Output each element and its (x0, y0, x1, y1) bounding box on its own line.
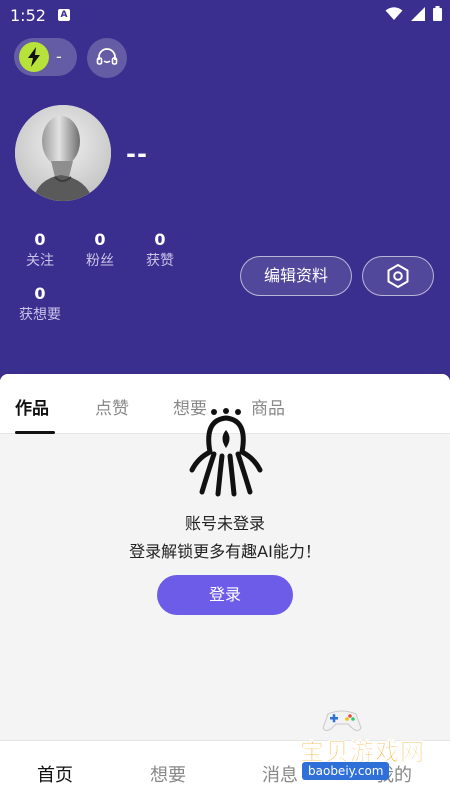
stat-wants[interactable]: 0 获想要 (10, 284, 70, 326)
site-watermark: 宝贝游戏网 baobeiy.com (300, 708, 440, 788)
stat-wants-value: 0 (34, 284, 46, 303)
tab-liked[interactable]: 点赞 (95, 394, 129, 419)
battery-icon (433, 6, 442, 21)
tab-works[interactable]: 作品 (15, 394, 49, 419)
lightning-icon (19, 42, 49, 72)
octopus-mascot-icon (189, 408, 263, 497)
nav-messages[interactable]: 消息 (262, 761, 298, 787)
wifi-icon (385, 6, 403, 20)
stat-fans-value: 0 (94, 230, 106, 249)
edit-profile-button[interactable]: 编辑资料 (240, 256, 352, 296)
status-time: 1:52 (10, 6, 46, 25)
mannequin-avatar-image (15, 105, 111, 201)
username: -- (126, 140, 148, 168)
nav-wants[interactable]: 想要 (150, 761, 186, 787)
stat-likes[interactable]: 0 获赞 (136, 230, 184, 272)
gamepad-icon (322, 710, 362, 731)
status-bar: 1:52 A (0, 0, 450, 32)
tab-active-indicator (15, 431, 55, 434)
stat-fans-label: 粉丝 (86, 253, 114, 269)
stat-likes-label: 获赞 (146, 253, 174, 269)
energy-value: - (56, 47, 62, 66)
content-area: 作品 点赞 想要 商品 账号未登录 登录解锁更多有趣AI能力！ 登录 (0, 374, 450, 740)
profile-header: 1:52 A - -- 0 关注 0 粉丝 0 获赞 0 获想要 编辑资料 (0, 0, 450, 380)
stat-following[interactable]: 0 关注 (16, 230, 64, 272)
settings-button[interactable] (362, 256, 434, 296)
not-logged-in-subtitle: 登录解锁更多有趣AI能力！ (129, 542, 321, 561)
stat-wants-label: 获想要 (19, 307, 61, 323)
stat-following-label: 关注 (26, 253, 54, 269)
hexagon-settings-icon (387, 264, 409, 288)
avatar[interactable] (15, 105, 111, 201)
stat-following-value: 0 (34, 230, 46, 249)
status-icons (385, 6, 442, 21)
headset-icon (96, 48, 118, 65)
customer-service-button[interactable] (87, 38, 127, 78)
not-logged-in-title: 账号未登录 (184, 514, 265, 533)
stat-likes-value: 0 (154, 230, 166, 249)
signal-icon (411, 6, 425, 21)
energy-pill[interactable]: - (14, 38, 77, 76)
stat-fans[interactable]: 0 粉丝 (76, 230, 124, 272)
login-button[interactable]: 登录 (157, 575, 293, 615)
watermark-url: baobeiy.com (302, 762, 390, 780)
notification-icon: A (58, 9, 70, 21)
nav-home[interactable]: 首页 (37, 761, 73, 787)
